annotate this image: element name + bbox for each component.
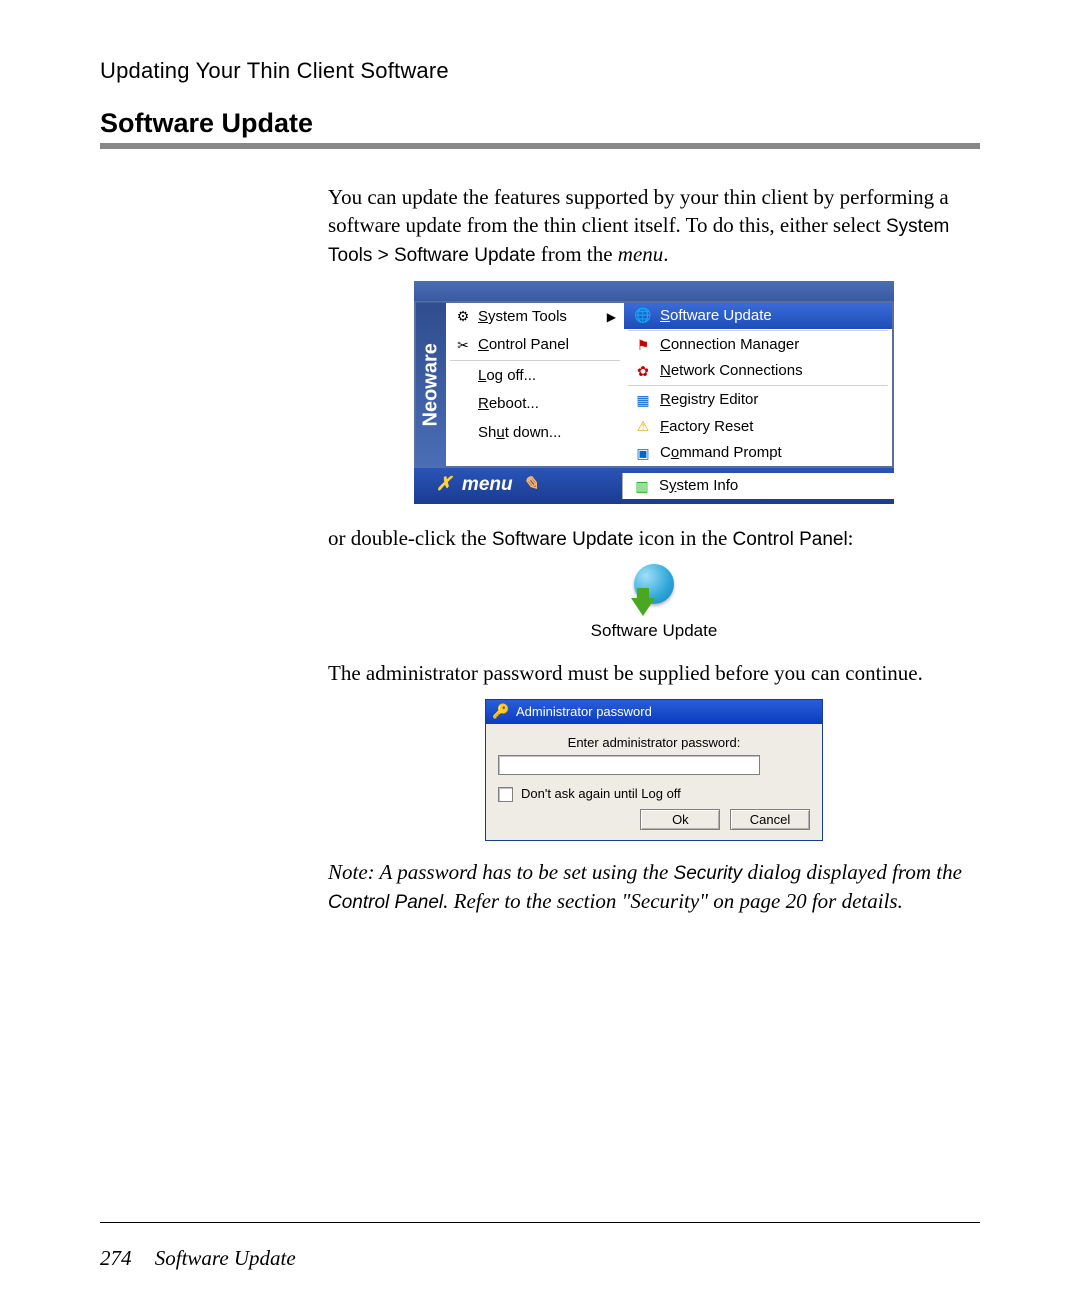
taskbar: ✗ menu ✎ ▥ System Info [414,468,894,504]
menu-separator [628,330,888,331]
note-mid2: . Refer to the section "Security" on pag… [443,889,903,913]
section-title: Software Update [100,108,980,139]
menu-item-label: System Tools [478,307,567,327]
download-arrow-icon [631,598,655,616]
tools-icon: ✂ [454,336,472,354]
menu-item-reboot[interactable]: Reboot... [446,390,624,418]
menu-separator [450,360,620,361]
footer-title: Software Update [155,1246,296,1270]
menu-item-label: Control Panel [478,335,569,355]
password-input[interactable] [498,755,760,775]
start-x-icon: ✗ [436,472,452,498]
menu-item-label: Reboot... [478,394,539,414]
footer-rule [100,1222,980,1223]
start-button-label: menu [462,472,513,498]
software-update-icon-figure: Software Update [328,564,980,643]
menu-separator [628,385,888,386]
menu-item-label: Registry Editor [660,390,758,410]
terminal-icon: ▣ [634,444,652,462]
globe-arrow-icon: 🌐 [634,307,652,325]
start-button[interactable]: ✗ menu ✎ [414,468,622,504]
double-click-paragraph: or double-click the Software Update icon… [328,524,980,553]
admin-password-dialog: 🔑 Administrator password Enter administr… [486,700,822,841]
menu-item-log-off[interactable]: Log off... [446,362,624,390]
menu-item-label: Connection Manager [660,335,799,355]
intro-text-mid: from the [536,242,618,266]
text-pre: or double-click the [328,526,492,550]
note-paragraph: Note: A password has to be set using the… [328,858,980,915]
menu-item-label: Software Update [660,306,772,326]
control-panel-text: Control Panel [733,529,848,550]
page-number: 274 [100,1246,132,1270]
submenu-item-registry-editor[interactable]: ▦ Registry Editor [624,387,892,413]
menu-item-label: Log off... [478,366,536,386]
gears-icon: ⚙ [454,308,472,326]
registry-icon: ▦ [634,392,652,410]
menu-item-label: Command Prompt [660,443,782,463]
admin-password-paragraph: The administrator password must be suppl… [328,659,980,687]
submenu-item-connection-manager[interactable]: ⚑ Connection Manager [624,332,892,358]
page-footer: 274 Software Update [100,1246,296,1271]
plug-icon: ⚑ [634,336,652,354]
dont-ask-label: Don't ask again until Log off [521,785,681,803]
note-control-panel-word: Control Panel [328,892,443,913]
intro-paragraph: You can update the features supported by… [328,183,980,269]
text-mid: icon in the [633,526,732,550]
menu-word: menu [618,242,664,266]
dont-ask-checkbox[interactable] [498,787,513,802]
dialog-titlebar: 🔑 Administrator password [486,700,822,724]
system-tools-submenu: 🌐 Software Update ⚑ Connection Manager ✿… [624,303,892,467]
icon-name-text: Software Update [492,529,634,550]
start-menu-left: ⚙ System Tools ▶ ✂ Control Panel Log off… [446,303,624,467]
intro-text-pre: You can update the features supported by… [328,185,949,237]
menu-screenshot: Neoware ⚙ System Tools ▶ ✂ Control Panel [414,281,894,504]
neoware-brand-bar: Neoware [416,303,446,467]
submenu-item-software-update[interactable]: 🌐 Software Update [624,303,892,329]
network-icon: ✿ [634,362,652,380]
menu-item-shut-down[interactable]: Shut down... [446,419,624,447]
note-mid1: dialog displayed from the [742,860,962,884]
password-label: Enter administrator password: [498,734,810,752]
submenu-item-system-info[interactable]: ▥ System Info [622,473,894,499]
menu-item-system-tools[interactable]: ⚙ System Tools ▶ [446,303,624,331]
note-security-word: Security [674,863,743,884]
rocket-icon: ✎ [523,472,539,498]
text-post: : [848,526,854,550]
submenu-item-command-prompt[interactable]: ▣ Command Prompt [624,440,892,466]
menu-item-control-panel[interactable]: ✂ Control Panel [446,331,624,359]
menu-item-label: Shut down... [478,423,561,443]
cancel-button[interactable]: Cancel [730,809,810,831]
section-rule [100,143,980,149]
intro-text-post: . [663,242,668,266]
warning-icon: ⚠ [634,418,652,436]
key-icon: 🔑 [492,703,510,721]
submenu-arrow-icon: ▶ [607,309,616,325]
submenu-item-network-connections[interactable]: ✿ Network Connections [624,358,892,384]
menu-titlebar [414,281,894,301]
software-update-icon[interactable] [629,564,679,614]
dialog-title-text: Administrator password [516,703,652,721]
submenu-item-factory-reset[interactable]: ⚠ Factory Reset [624,414,892,440]
menu-item-label: System Info [659,476,738,496]
note-pre: Note: A password has to be set using the [328,860,674,884]
menu-item-label: Factory Reset [660,417,753,437]
chapter-header: Updating Your Thin Client Software [100,58,980,84]
info-icon: ▥ [633,477,651,495]
software-update-icon-caption: Software Update [328,620,980,643]
menu-item-label: Network Connections [660,361,803,381]
ok-button[interactable]: Ok [640,809,720,831]
